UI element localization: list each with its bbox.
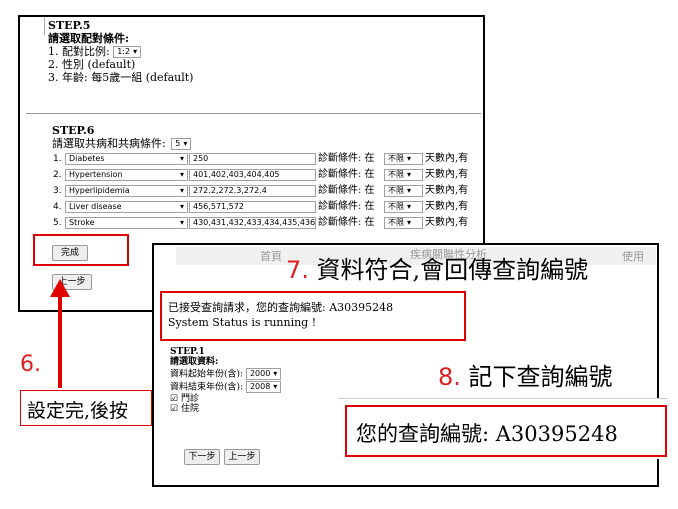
- step6-prompt: 請選取共病和共病條件:: [52, 137, 166, 150]
- days-label: 天數內,有: [425, 169, 469, 180]
- annotation-number: 8.: [438, 363, 461, 391]
- outpatient-checkbox-row[interactable]: ☑ 門診: [170, 394, 281, 404]
- days-label: 天數內,有: [425, 185, 469, 196]
- checkbox-checked-icon[interactable]: ☑: [170, 394, 178, 404]
- outpatient-label: 門診: [180, 394, 199, 404]
- disease-select[interactable]: Diabetes ▾: [65, 153, 188, 165]
- diag-condition-label: 診斷條件: 在: [318, 185, 375, 196]
- row-number: 5.: [53, 218, 62, 228]
- start-year-label: 資料起始年份(含):: [170, 369, 244, 380]
- row-number: 1.: [53, 154, 62, 164]
- dropdown-arrow-icon: ▾: [179, 170, 184, 179]
- start-year-row: 資料起始年份(含): 2000: [170, 368, 282, 380]
- accepted-message: 已接受查詢請求，您的查詢編號: A30395248: [168, 301, 394, 314]
- section-divider: [26, 113, 481, 114]
- icd-codes-input[interactable]: 456,571,572: [189, 201, 316, 213]
- end-year-select[interactable]: 2008: [245, 381, 282, 393]
- disease-value: Liver disease: [69, 202, 122, 211]
- red-arrow-shaft: [58, 294, 62, 388]
- disease-select[interactable]: Stroke ▾: [65, 217, 188, 229]
- days-label: 天數內,有: [425, 153, 469, 164]
- step1-prompt: 請選取資料:: [170, 357, 219, 367]
- days-limit-select[interactable]: 不限: [384, 185, 423, 197]
- step5-prompt: 請選取配對條件:: [48, 32, 130, 45]
- days-limit-select[interactable]: 不限: [384, 201, 423, 213]
- disease-select[interactable]: Hypertension ▾: [65, 169, 188, 181]
- row-number: 4.: [53, 202, 62, 212]
- nav-user-link[interactable]: 使用: [622, 248, 644, 264]
- row-number: 3.: [53, 186, 62, 196]
- dropdown-arrow-icon: ▾: [179, 154, 184, 163]
- ratio-select[interactable]: 1:2: [113, 46, 142, 58]
- disease-value: Stroke: [69, 218, 95, 227]
- days-limit-select[interactable]: 不限: [384, 153, 423, 165]
- diag-condition-label: 診斷條件: 在: [318, 217, 375, 228]
- step6-title: STEP.6: [52, 124, 95, 137]
- dropdown-arrow-icon: ▾: [179, 218, 184, 227]
- annotation-step8: 8. 記下查詢編號: [438, 357, 613, 392]
- previous-step-button[interactable]: 上一步: [224, 449, 260, 465]
- dropdown-arrow-icon: ▾: [179, 202, 184, 211]
- days-limit-select[interactable]: 不限: [384, 169, 423, 181]
- annotation-step7: 7. 資料符合,會回傳查詢編號: [286, 250, 588, 285]
- red-arrow-up-icon: [50, 279, 70, 297]
- step5-ratio-row: 1. 配對比例: 1:2: [48, 45, 193, 58]
- days-label: 天數內,有: [425, 217, 469, 228]
- diag-condition-label: 診斷條件: 在: [318, 201, 375, 212]
- comorbidity-count-select[interactable]: 5: [171, 138, 192, 150]
- nav-home-link[interactable]: 首頁: [260, 248, 282, 264]
- step5-gender-item: 2. 性別 (default): [48, 58, 136, 71]
- step6-prompt-row: 請選取共病和共病條件: 5: [52, 137, 192, 150]
- step5-section: STEP.5 請選取配對條件: 1. 配對比例: 1:2 2. 性別 (defa…: [48, 19, 193, 84]
- checkbox-checked-icon[interactable]: ☑: [170, 404, 178, 414]
- start-year-select[interactable]: 2000: [245, 368, 282, 380]
- disease-value: Hypertension: [69, 170, 123, 179]
- icd-codes-input[interactable]: 250: [189, 153, 316, 165]
- disease-value: Diabetes: [69, 154, 105, 163]
- icd-codes-input[interactable]: 430,431,432,433,434,435,436: [189, 217, 316, 229]
- end-year-row: 資料結束年份(含): 2008: [170, 381, 282, 393]
- inpatient-checkbox-row[interactable]: ☑ 住院: [170, 404, 281, 414]
- icd-codes-input[interactable]: 401,402,403,404,405: [189, 169, 316, 181]
- next-step-button[interactable]: 下一步: [184, 449, 220, 465]
- annotation-number: 7.: [286, 256, 309, 284]
- disease-select[interactable]: Liver disease ▾: [65, 201, 188, 213]
- disease-select[interactable]: Hyperlipidemia ▾: [65, 185, 188, 197]
- system-status-message: System Status is running !: [168, 316, 317, 329]
- annotation-number: 6.: [20, 352, 41, 377]
- step5-title: STEP.5: [48, 19, 91, 32]
- inpatient-label: 住院: [180, 404, 199, 414]
- annotation-text: 記下查詢編號: [468, 363, 613, 391]
- diag-condition-label: 診斷條件: 在: [318, 153, 375, 164]
- annotation-text: 資料符合,會回傳查詢編號: [316, 256, 589, 284]
- annotation-text: 設定完,後按: [27, 400, 129, 422]
- end-year-label: 資料結束年份(含):: [170, 382, 244, 393]
- dropdown-arrow-icon: ▾: [179, 186, 184, 195]
- days-label: 天數內,有: [425, 201, 469, 212]
- diag-condition-label: 診斷條件: 在: [318, 169, 375, 180]
- done-button[interactable]: 完成: [52, 245, 88, 261]
- disease-value: Hyperlipidemia: [69, 186, 130, 195]
- step1-section: STEP.1 請選取資料: 資料起始年份(含): 2000 資料結束年份(含):…: [170, 347, 282, 414]
- query-status-messages: 已接受查詢請求，您的查詢編號: A30395248 System Status …: [168, 300, 393, 330]
- divider: [44, 17, 45, 35]
- days-limit-select[interactable]: 不限: [384, 217, 423, 229]
- icd-codes-input[interactable]: 272.2,272.3,272.4: [189, 185, 316, 197]
- row-number: 2.: [53, 170, 62, 180]
- step5-age-item: 3. 年齡: 每5歲一組 (default): [48, 71, 194, 84]
- ratio-label: 1. 配對比例:: [48, 45, 110, 58]
- zoomed-query-number: 您的查詢編號: A30395248: [356, 422, 618, 446]
- step6-header: STEP.6 請選取共病和共病條件: 5: [52, 124, 192, 150]
- step1-title: STEP.1: [170, 347, 205, 357]
